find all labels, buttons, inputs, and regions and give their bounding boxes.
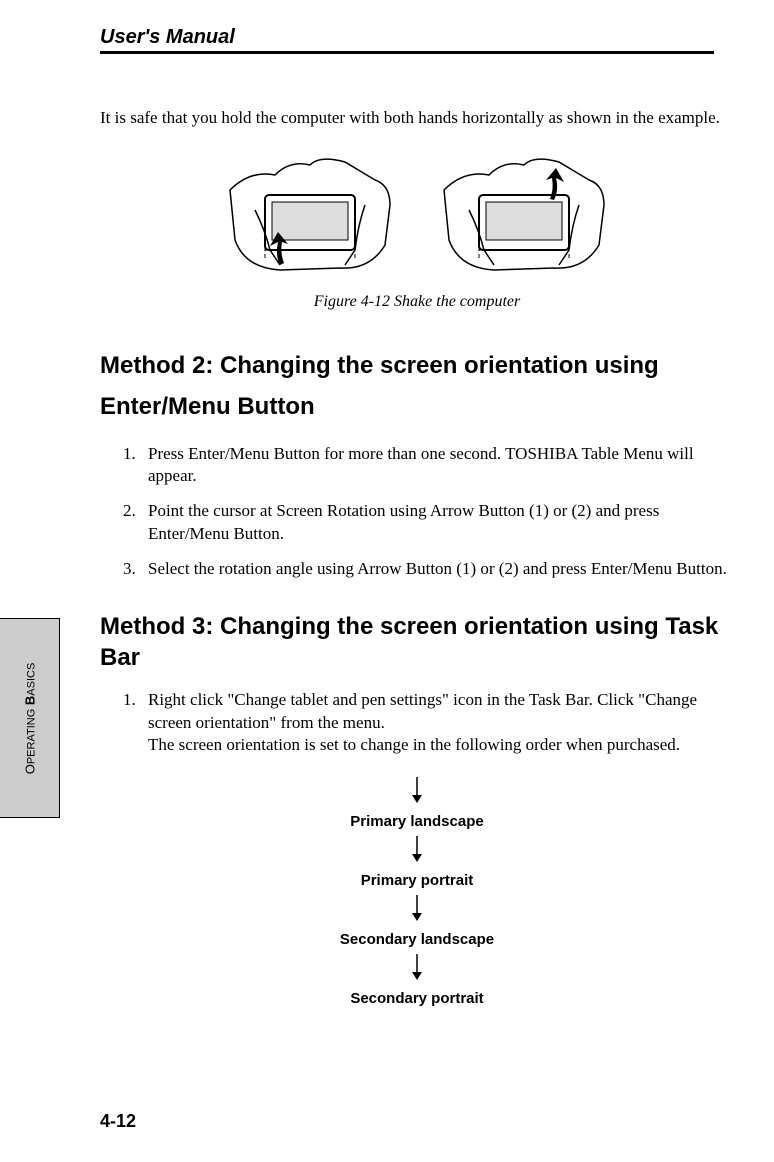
side-tab: OPERATING BASICS	[0, 618, 60, 818]
page-header: User's Manual	[100, 26, 714, 54]
arrow-down-icon	[407, 836, 427, 862]
shake-right-illustration	[434, 150, 614, 280]
diagram-item-4: Secondary portrait	[277, 990, 557, 1007]
method2-step-3: Select the rotation angle using Arrow Bu…	[140, 558, 734, 581]
diagram-item-1: Primary landscape	[277, 813, 557, 830]
arrow-down-icon	[407, 777, 427, 803]
diagram-item-3: Secondary landscape	[277, 931, 557, 948]
side-tab-word1: PERATING	[26, 709, 38, 764]
method3-step1-line1: Right click "Change tablet and pen setti…	[148, 690, 697, 732]
page-number: 4-12	[100, 1111, 136, 1132]
method2-heading: Method 2: Changing the screen orientatio…	[100, 346, 734, 428]
method2-list: Press Enter/Menu Button for more than on…	[100, 443, 734, 582]
header-title: User's Manual	[100, 26, 235, 48]
method2-step-2: Point the cursor at Screen Rotation usin…	[140, 500, 734, 546]
orientation-diagram: Primary landscape Primary portrait Secon…	[277, 777, 557, 1007]
method3-step1-line2: The screen orientation is set to change …	[148, 735, 680, 754]
shake-left-illustration	[220, 150, 400, 280]
arrow-down-icon	[407, 954, 427, 980]
diagram-item-2: Primary portrait	[277, 872, 557, 889]
method2-step-1: Press Enter/Menu Button for more than on…	[140, 443, 734, 489]
arrow-down-icon	[407, 895, 427, 921]
figure-area: Figure 4-12 Shake the computer	[100, 150, 734, 311]
side-tab-prefix: O	[23, 764, 38, 774]
side-tab-word2: ASICS	[26, 663, 38, 696]
side-tab-label: OPERATING BASICS	[23, 629, 38, 809]
side-tab-bold: B	[23, 696, 38, 709]
method3-heading: Method 3: Changing the screen orientatio…	[100, 611, 734, 673]
figure-caption: Figure 4-12 Shake the computer	[100, 293, 734, 311]
intro-paragraph: It is safe that you hold the computer wi…	[100, 107, 734, 130]
content-area: It is safe that you hold the computer wi…	[100, 90, 734, 1013]
method3-list: Right click "Change tablet and pen setti…	[100, 689, 734, 758]
method3-step-1: Right click "Change tablet and pen setti…	[140, 689, 734, 758]
